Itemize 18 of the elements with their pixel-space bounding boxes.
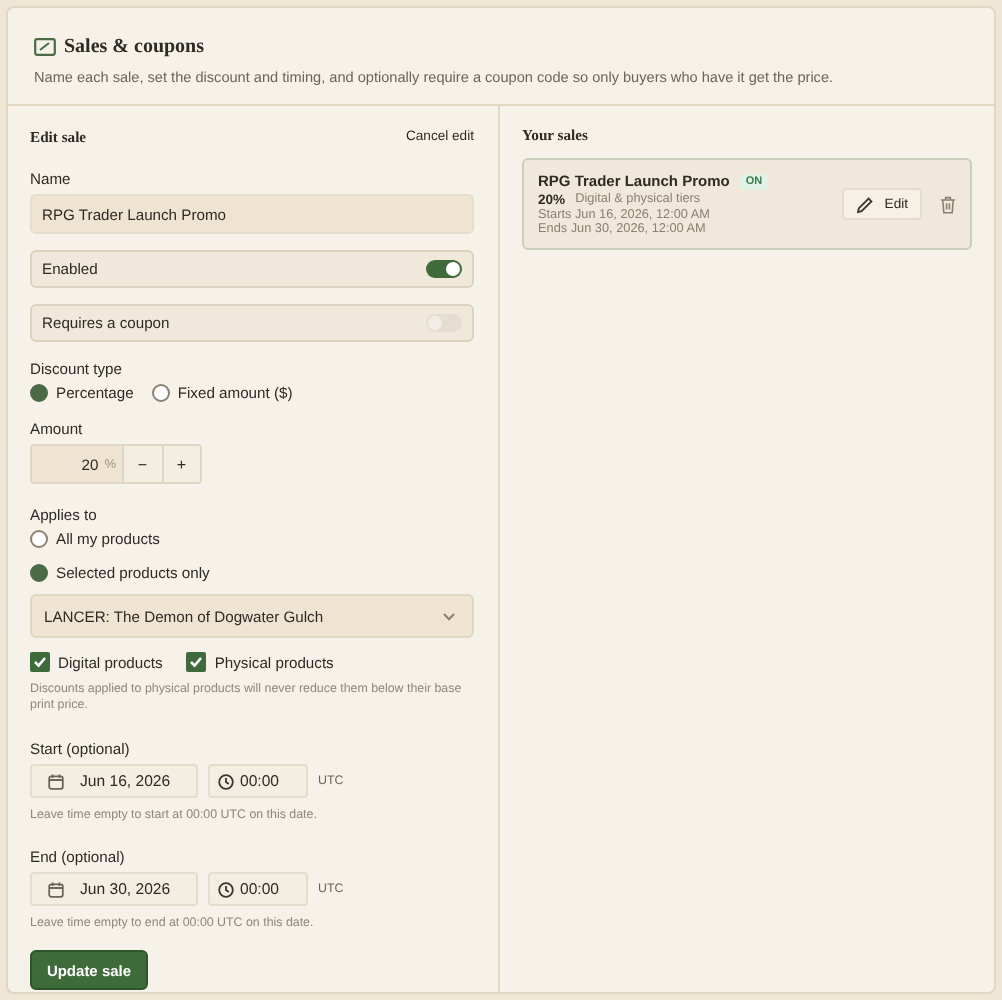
calendar-icon: [48, 881, 64, 898]
page-title: Sales & coupons: [64, 36, 205, 58]
decrement-button[interactable]: −: [124, 446, 163, 482]
ticket-icon: [34, 38, 56, 56]
trash-icon[interactable]: [940, 195, 956, 213]
radio-button[interactable]: [30, 384, 48, 402]
pencil-icon: [856, 195, 875, 213]
radio-button[interactable]: [151, 384, 170, 402]
checkbox[interactable]: [186, 652, 207, 672]
clock-icon: [218, 773, 234, 790]
increment-button[interactable]: +: [163, 446, 200, 482]
radio-button[interactable]: [30, 564, 48, 582]
checkbox[interactable]: [30, 652, 50, 672]
clock-icon: [218, 881, 234, 898]
chevron-down-icon: [442, 611, 456, 621]
calendar-icon: [48, 773, 64, 790]
radio-button[interactable]: [30, 530, 48, 548]
toggle-switch[interactable]: [426, 260, 462, 278]
